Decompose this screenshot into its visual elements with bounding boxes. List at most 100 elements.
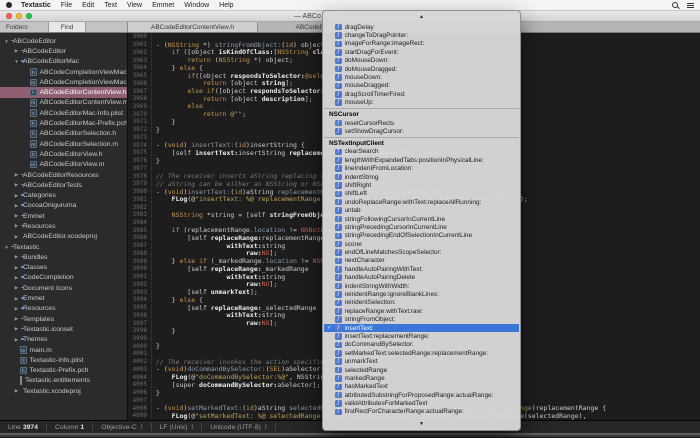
tree-item[interactable]: ▶ Bundles <box>0 252 127 262</box>
tree-item[interactable]: m ABCodeEditorContentView.m <box>0 98 127 108</box>
completion-item[interactable]: ✓fendOfLineMatchesScopeSelector: <box>324 248 519 256</box>
tree-item[interactable]: ▶ Emmet <box>0 211 127 221</box>
tree-item[interactable]: h ABCodeEditorContentView.h <box>0 87 127 98</box>
completion-item[interactable]: ✓fsetShowDragCursor: <box>324 127 519 135</box>
tree-item[interactable]: ▶ Resources <box>0 304 127 314</box>
completion-item[interactable]: ✓fdoMouseDown: <box>324 57 519 65</box>
completion-item[interactable]: ✓flengthWithExpandedTabs:positionInPhysi… <box>324 156 519 164</box>
disclosure-closed-icon[interactable]: ▶ <box>13 203 20 209</box>
completion-item[interactable]: ✓fmarkedRange <box>324 374 519 382</box>
tree-item[interactable]: h Textastic-Prefix.pch <box>0 366 127 376</box>
completion-item[interactable]: ✓finsertText:replacementRange: <box>324 332 519 340</box>
completion-item[interactable]: ✓fhandleAutoPairingWithText: <box>324 265 519 273</box>
document-tab[interactable]: ABCodeEditorContentView.h <box>128 22 258 32</box>
completion-item[interactable]: ✓fchangeToDragPointer: <box>324 31 519 39</box>
disclosure-closed-icon[interactable]: ▶ <box>13 265 20 271</box>
completion-item[interactable]: ✓fmouseDown: <box>324 73 519 81</box>
completion-item[interactable]: ✓ffirstRectForCharacterRange:actualRange… <box>324 408 519 416</box>
completion-item[interactable]: ✓fshiftLeft <box>324 190 519 198</box>
tree-item[interactable]: Textastic.entitlements <box>0 376 127 386</box>
completion-item[interactable]: ✓findentStringWithWidth: <box>324 282 519 290</box>
tree-item[interactable]: m ABCodeEditorView.m <box>0 160 127 170</box>
completion-item[interactable]: ✓fsetMarkedText:selectedRange:replacemen… <box>324 349 519 357</box>
disclosure-closed-icon[interactable]: ▶ <box>13 172 20 178</box>
disclosure-closed-icon[interactable]: ▶ <box>13 234 20 240</box>
disclosure-closed-icon[interactable]: ▶ <box>13 223 20 229</box>
menu-file[interactable]: File <box>61 2 72 9</box>
completion-item[interactable]: ✓flineIndentFromLocation: <box>324 164 519 172</box>
completion-item[interactable]: ✓fhasMarkedText <box>324 383 519 391</box>
completion-item[interactable]: ✓ f insertText: <box>324 323 519 333</box>
disclosure-closed-icon[interactable]: ▶ <box>13 193 20 199</box>
disclosure-closed-icon[interactable]: ▶ <box>13 296 20 302</box>
completion-item[interactable]: ✓fstartDragForEvent: <box>324 48 519 56</box>
completion-item[interactable]: ✓fselectedRange <box>324 366 519 374</box>
disclosure-closed-icon[interactable]: ▶ <box>13 48 20 54</box>
minimize-window-button[interactable] <box>16 13 22 19</box>
completion-item[interactable]: ✓fdoMouseDragged: <box>324 65 519 73</box>
disclosure-closed-icon[interactable]: ▶ <box>13 306 20 312</box>
tree-item[interactable]: ▼ ABCodeEditor <box>0 36 127 46</box>
tree-item[interactable]: ▶ CocoaOniguruma <box>0 201 127 211</box>
completion-item[interactable]: ✓freindentSelection: <box>324 299 519 307</box>
completion-item[interactable]: ✓fdragScrollTimerFired: <box>324 90 519 98</box>
tree-item[interactable]: m main.m <box>0 345 127 355</box>
tree-item[interactable]: ▶ Resources <box>0 221 127 231</box>
disclosure-closed-icon[interactable]: ▶ <box>13 182 20 188</box>
tree-item[interactable]: ▼ Textastic <box>0 242 127 252</box>
tree-item[interactable]: ▶ ABCodeEditorTests <box>0 180 127 190</box>
completion-item[interactable]: ✓fstringFromObject: <box>324 316 519 324</box>
disclosure-closed-icon[interactable]: ▶ <box>13 213 20 219</box>
scroll-up-arrow-icon[interactable]: ▲ <box>323 14 520 20</box>
completion-item[interactable]: ✓fdragDelay <box>324 23 519 31</box>
completion-item[interactable]: ✓fmouseDragged: <box>324 82 519 90</box>
completion-item[interactable]: ✓findentString <box>324 173 519 181</box>
apple-menu-icon[interactable] <box>6 2 12 8</box>
completion-item[interactable]: ✓fstringPrecedingCursorInCurrentLine <box>324 223 519 231</box>
tree-item[interactable]: ▶ Emmet <box>0 293 127 303</box>
disclosure-closed-icon[interactable]: ▶ <box>13 326 20 332</box>
tree-item[interactable]: h ABCodeEditorMac-Prefix.pch <box>0 118 127 128</box>
completion-item[interactable]: ✓fattributedSubstringForProposedRange:ac… <box>324 391 519 399</box>
tree-item[interactable]: ▶ Templates <box>0 314 127 324</box>
status-dropdown[interactable]: Unicode (UTF-8) ▴ ▾ <box>202 423 276 431</box>
tree-item[interactable]: m ABCodeCompletionViewMac.m <box>0 77 127 87</box>
disclosure-closed-icon[interactable]: ▶ <box>13 337 20 343</box>
tab-find[interactable]: Find <box>47 22 87 32</box>
tree-item[interactable]: ▶ Classes <box>0 263 127 273</box>
completion-item[interactable]: ✓funmarkText <box>324 357 519 365</box>
tree-item[interactable]: ▶ ABCodeEditor <box>0 46 127 56</box>
disclosure-closed-icon[interactable]: ▶ <box>13 285 20 291</box>
completion-item[interactable]: ✓fvalidAttributesForMarkedText <box>324 399 519 407</box>
disclosure-closed-icon[interactable]: ▶ <box>13 388 20 394</box>
disclosure-closed-icon[interactable]: ▶ <box>13 275 20 281</box>
tree-item[interactable]: ▶ Themes <box>0 335 127 345</box>
tree-item[interactable]: ≡ Textastic-Info.plist <box>0 355 127 365</box>
completion-item[interactable]: ✓freindentRange:ignoreBlankLines: <box>324 290 519 298</box>
tree-item[interactable]: ▶ CodeCompletion <box>0 273 127 283</box>
menu-help[interactable]: Help <box>219 2 233 9</box>
disclosure-open-icon[interactable]: ▼ <box>3 245 10 250</box>
tree-item[interactable]: ▶ Document Icons <box>0 283 127 293</box>
menu-edit[interactable]: Edit <box>82 2 94 9</box>
completion-item[interactable]: ✓fclearSearch <box>324 148 519 156</box>
notification-center-icon[interactable] <box>687 2 694 8</box>
menu-window[interactable]: Window <box>184 2 209 9</box>
completion-item[interactable]: ✓fscorer <box>324 240 519 248</box>
spotlight-search-icon[interactable] <box>672 2 678 8</box>
tree-item[interactable]: ≡ ABCodeEditorMac-Info.plist <box>0 108 127 118</box>
completion-item[interactable]: ✓fhandleAutoPairingDelete <box>324 274 519 282</box>
file-tree-sidebar[interactable]: ▼ ABCodeEditor ▶ ABCodeEditor ▼ ABCodeEditorM… <box>0 33 128 420</box>
completion-item[interactable]: ✓fnextCharacter <box>324 257 519 265</box>
zoom-window-button[interactable] <box>26 13 32 19</box>
completion-item[interactable]: ✓fmouseUp: <box>324 99 519 107</box>
completion-item[interactable]: ✓fshiftRight <box>324 181 519 189</box>
completion-item[interactable]: ✓funtab <box>324 206 519 214</box>
completion-item[interactable]: ✓fstringFollowingCursorInCurrentLine <box>324 215 519 223</box>
tree-item[interactable]: ▶ ABCodeEditorResources <box>0 170 127 180</box>
completion-item[interactable]: ✓fundoReplaceRange:withText:replaceAllRu… <box>324 198 519 206</box>
tree-item[interactable]: ▶ Textastic.iconset <box>0 324 127 334</box>
tree-item[interactable]: h ABCodeEditorSelection.h <box>0 129 127 139</box>
tree-item[interactable]: m ABCodeEditorSelection.m <box>0 139 127 149</box>
menu-view[interactable]: View <box>127 2 142 9</box>
